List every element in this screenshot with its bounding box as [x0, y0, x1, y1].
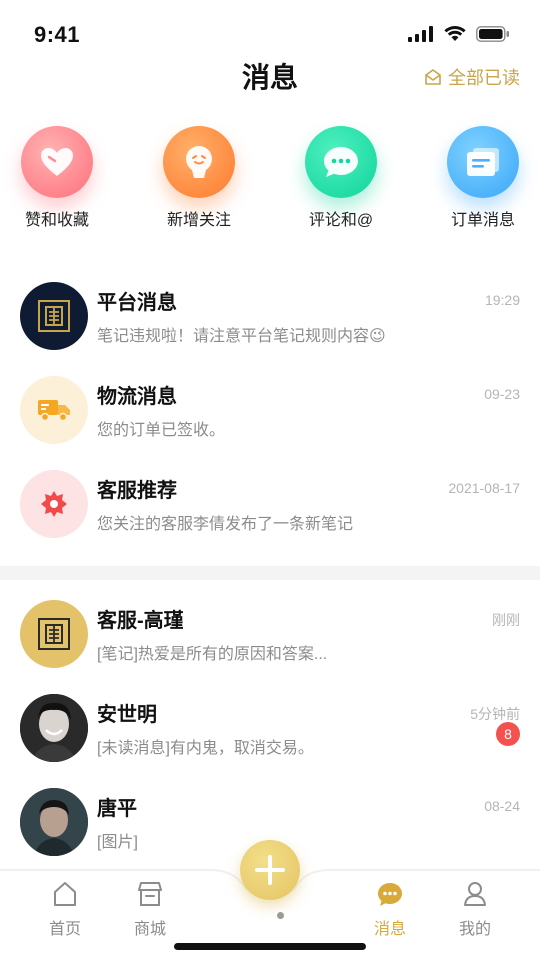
message-time: 刚刚 — [492, 612, 520, 628]
comment-bubble-icon — [305, 126, 377, 198]
quick-new-followers[interactable]: 新增关注 — [144, 126, 254, 230]
list-item[interactable]: 物流消息 您的订单已签收。 09-23 — [0, 366, 540, 460]
user-avatar — [20, 788, 88, 856]
message-name: 客服-高瑾 — [97, 610, 184, 632]
list-item[interactable]: 客服推荐 您关注的客服李倩发布了一条新笔记 2021-08-17 — [0, 460, 540, 554]
message-preview: [笔记]热爱是所有的原因和答案... — [97, 646, 328, 663]
truck-icon — [20, 376, 88, 444]
message-name: 物流消息 — [97, 386, 177, 408]
section-divider — [0, 566, 540, 580]
tab-label: 我的 — [458, 921, 491, 938]
message-preview: [图片] — [97, 834, 138, 851]
unread-badge: 8 — [496, 722, 520, 746]
envelope-open-icon — [425, 69, 441, 85]
message-name: 平台消息 — [97, 292, 177, 314]
home-icon — [54, 882, 76, 906]
shop-icon — [138, 882, 162, 906]
message-name: 安世明 — [97, 704, 157, 726]
profile-icon — [464, 882, 486, 906]
quick-comments-mentions[interactable]: 评论和@ — [286, 126, 396, 230]
header: 消息 全部已读 — [0, 48, 540, 100]
quick-label: 订单消息 — [450, 212, 515, 229]
quick-label: 评论和@ — [308, 212, 374, 229]
wifi-icon — [444, 26, 466, 41]
heart-icon — [21, 126, 93, 198]
tab-home[interactable]: 首页 — [30, 880, 100, 939]
plus-icon — [255, 855, 285, 885]
tab-messages[interactable]: 消息 — [355, 880, 425, 939]
platform-logo-dark-icon — [20, 282, 88, 350]
bottom-tab-bar: 首页 商城 消息 我的 — [0, 840, 540, 960]
message-name: 唐平 — [97, 798, 137, 820]
quick-likes-collects[interactable]: 赞和收藏 — [2, 126, 112, 230]
follower-face-icon — [163, 126, 235, 198]
message-time: 2021-08-17 — [448, 480, 520, 496]
message-time: 5分钟前 — [470, 706, 520, 722]
signal-icon — [408, 26, 433, 42]
battery-icon — [476, 26, 509, 42]
list-item[interactable]: 平台消息 笔记违规啦！请注意平台笔记规则内容😉 19:29 — [0, 272, 540, 366]
home-indicator — [174, 943, 366, 950]
status-icons — [408, 26, 510, 42]
message-preview: 您关注的客服李倩发布了一条新笔记 — [97, 516, 354, 533]
flower-badge-icon — [20, 470, 88, 538]
quick-actions: 赞和收藏 新增关注 评论和@ 订单消息 — [0, 126, 540, 236]
message-preview: 笔记违规啦！请注意平台笔记规则内容😉 — [97, 328, 386, 345]
order-document-icon — [447, 126, 519, 198]
message-preview: [未读消息]有内鬼，取消交易。 — [97, 740, 314, 757]
mark-all-read-button[interactable]: 全部已读 — [424, 64, 520, 90]
list-item[interactable]: 客服-高瑾 [笔记]热爱是所有的原因和答案... 刚刚 — [0, 590, 540, 684]
tab-shop[interactable]: 商城 — [115, 880, 185, 939]
message-icon — [378, 883, 402, 906]
list-item[interactable]: 安世明 [未读消息]有内鬼，取消交易。 5分钟前 8 — [0, 684, 540, 778]
message-time: 19:29 — [484, 292, 520, 308]
user-avatar — [20, 694, 88, 762]
tab-label: 首页 — [48, 921, 81, 938]
tab-label: 商城 — [133, 921, 166, 938]
message-preview: 您的订单已签收。 — [97, 422, 226, 439]
message-time: 09-23 — [484, 386, 520, 402]
tab-profile[interactable]: 我的 — [440, 880, 510, 939]
tab-label: 消息 — [373, 921, 406, 938]
status-time: 9:41 — [34, 22, 81, 47]
chat-message-list: 客服-高瑾 [笔记]热爱是所有的原因和答案... 刚刚 安世明 [未读消息]有内… — [0, 590, 540, 872]
quick-label: 赞和收藏 — [24, 212, 89, 229]
create-post-button[interactable] — [240, 840, 300, 900]
platform-logo-gold-icon — [20, 600, 88, 668]
mark-all-read-label: 全部已读 — [448, 68, 520, 88]
quick-order-messages[interactable]: 订单消息 — [428, 126, 538, 230]
system-message-list: 平台消息 笔记违规啦！请注意平台笔记规则内容😉 19:29 物流消息 您的订单已… — [0, 272, 540, 554]
message-time: 08-24 — [484, 798, 520, 814]
quick-label: 新增关注 — [166, 212, 231, 229]
message-name: 客服推荐 — [97, 480, 177, 502]
fab-indicator-dot — [277, 912, 284, 919]
